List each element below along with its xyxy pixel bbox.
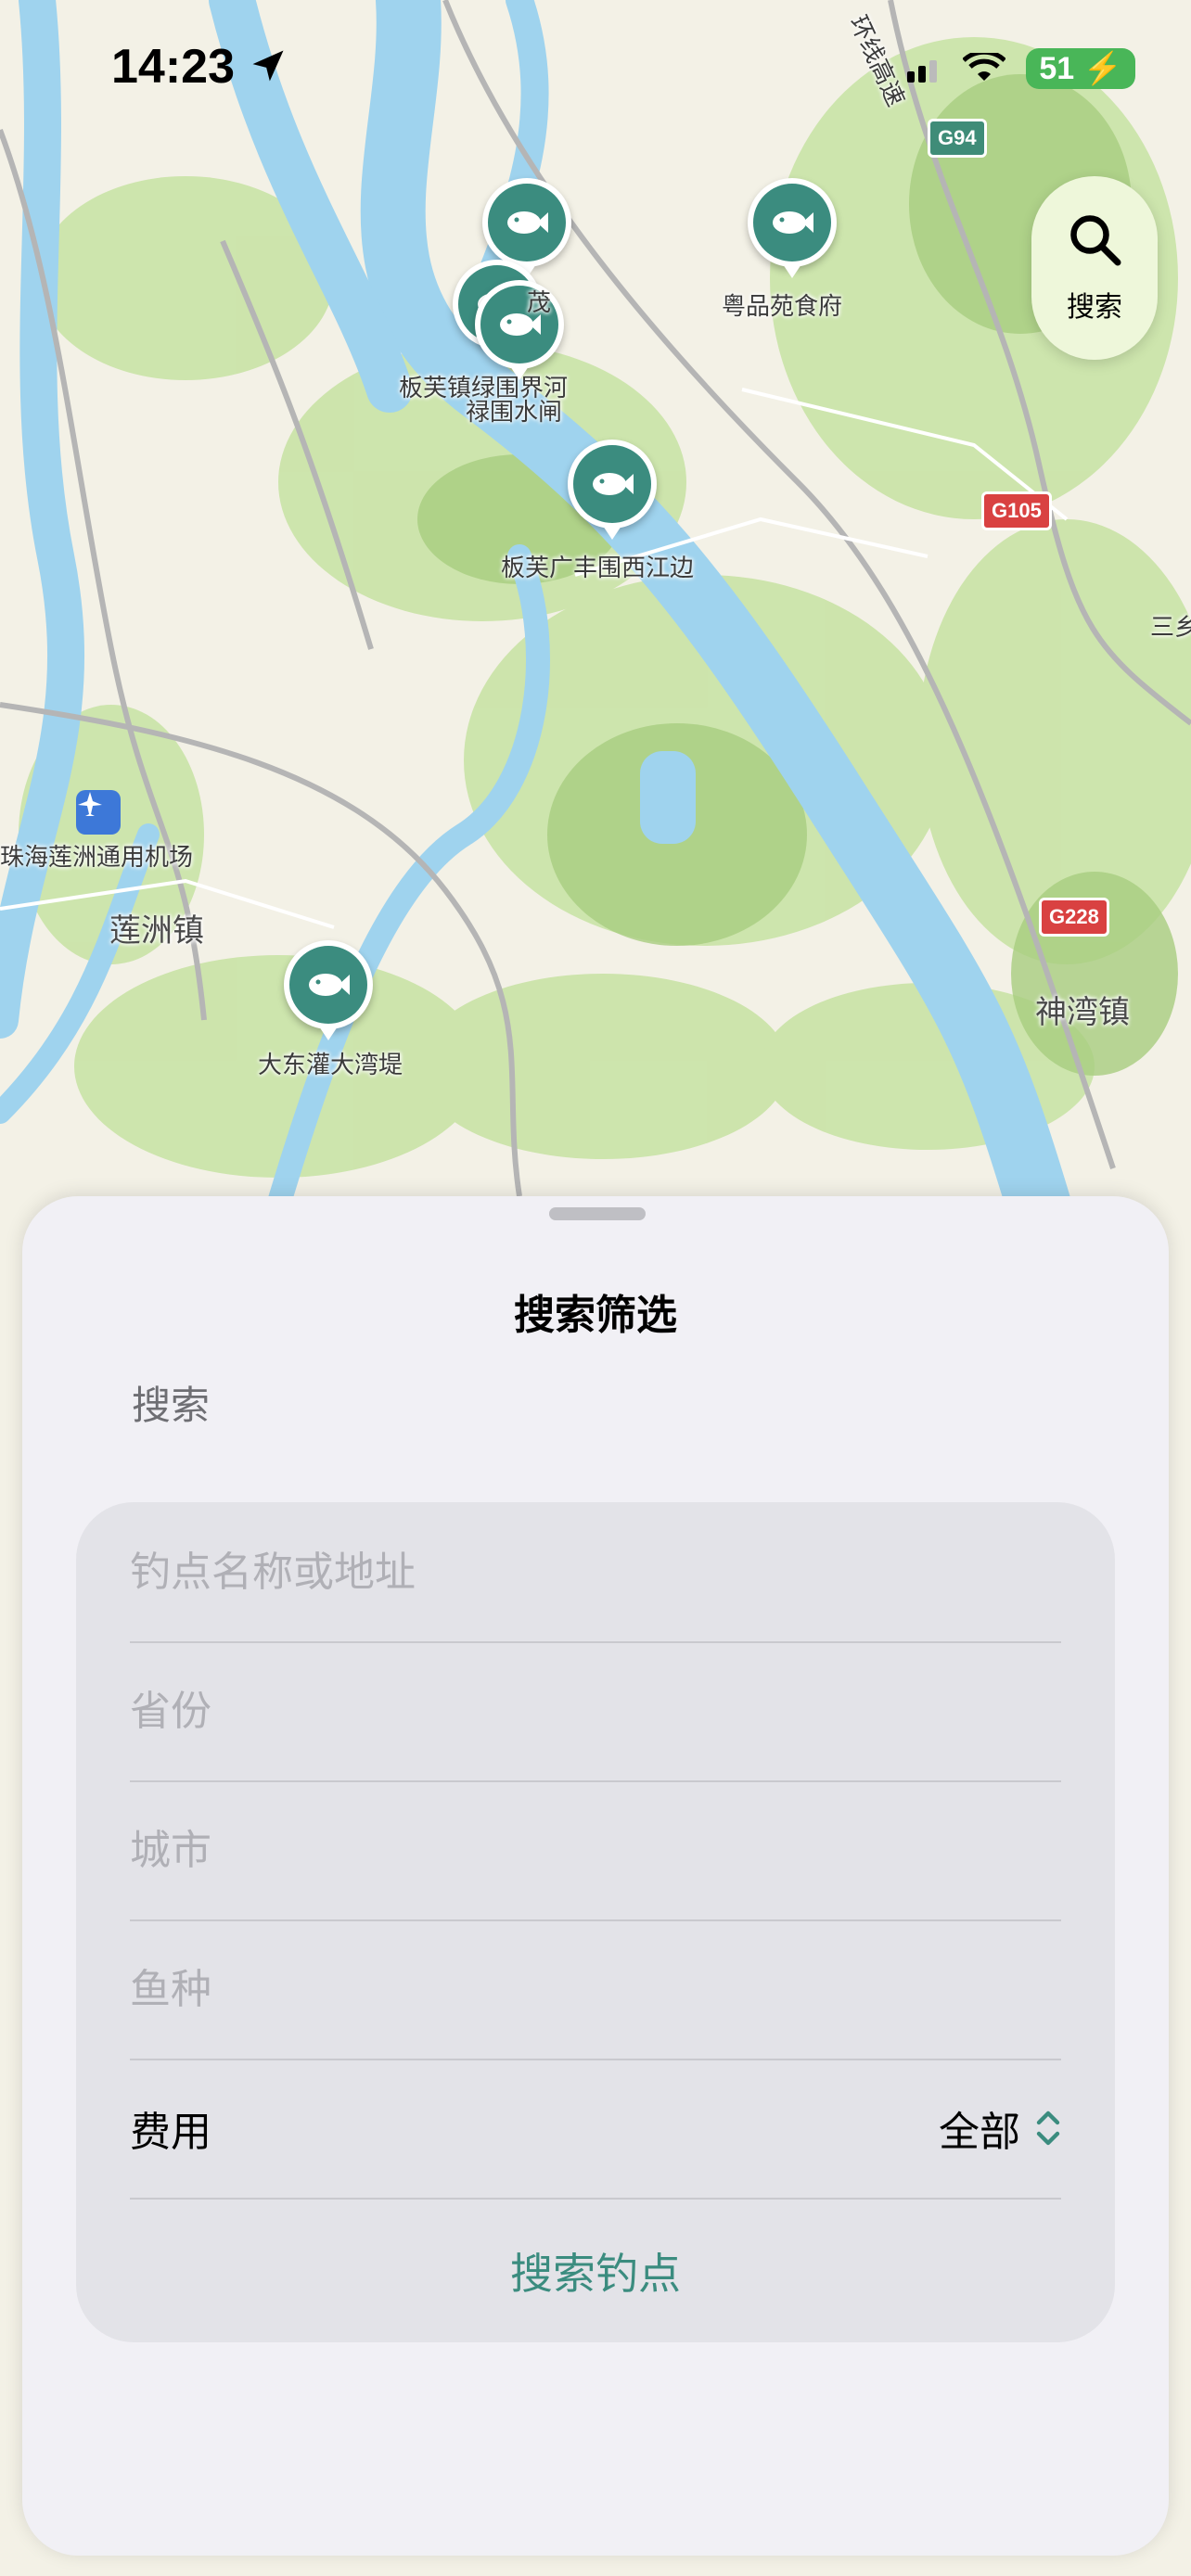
status-time: 14:23 bbox=[111, 39, 288, 95]
sheet-title: 搜索筛选 bbox=[514, 1292, 677, 1339]
map-label: 三乡 bbox=[1150, 614, 1191, 642]
map-label: 莲洲镇 bbox=[109, 912, 204, 950]
status-icons: 51 ⚡ bbox=[905, 48, 1135, 89]
highway-shield-g94: G94 bbox=[928, 119, 987, 158]
map-label: 粤品苑食府 bbox=[722, 293, 843, 321]
map-label: 珠海莲洲通用机场 bbox=[0, 844, 194, 872]
charging-icon: ⚡ bbox=[1082, 51, 1122, 86]
fish-icon bbox=[593, 473, 634, 495]
fishing-spot-pin[interactable] bbox=[284, 940, 373, 1029]
fish-icon bbox=[507, 211, 548, 234]
map-label: 禄围水闸 bbox=[466, 399, 563, 427]
fishing-spot-pin[interactable] bbox=[568, 440, 657, 529]
spot-name-input[interactable] bbox=[130, 1548, 1061, 1596]
fee-picker-row[interactable]: 费用 全部 bbox=[130, 2059, 1061, 2200]
search-button-label: 搜索 bbox=[1067, 291, 1122, 324]
search-filter-sheet: 搜索筛选 搜索 费用 全部 搜索钓点 bbox=[22, 1196, 1169, 2556]
fish-icon bbox=[309, 974, 350, 996]
province-row bbox=[130, 1641, 1061, 1782]
chevron-up-down-icon bbox=[1036, 2111, 1060, 2146]
cellular-signal-icon bbox=[907, 60, 938, 83]
city-row bbox=[130, 1780, 1061, 1921]
battery-level: 51 bbox=[1039, 51, 1075, 86]
fishing-spot-pin[interactable] bbox=[748, 178, 837, 267]
fish-species-input[interactable] bbox=[130, 1965, 1061, 2013]
wifi-icon bbox=[963, 53, 1006, 81]
status-time-text: 14:23 bbox=[111, 40, 235, 94]
name-row bbox=[130, 1502, 1061, 1643]
location-arrow-icon bbox=[252, 50, 284, 82]
search-button[interactable]: 搜索 bbox=[1031, 176, 1158, 360]
highway-shield-g228: G228 bbox=[1039, 898, 1109, 937]
search-form: 费用 全部 搜索钓点 bbox=[76, 1502, 1115, 2342]
airport-icon bbox=[76, 790, 121, 835]
search-icon bbox=[1070, 215, 1121, 266]
map-label: 神湾镇 bbox=[1035, 994, 1130, 1031]
section-label: 搜索 bbox=[132, 1383, 211, 1428]
fee-value: 全部 bbox=[939, 2109, 1020, 2156]
fish-icon bbox=[773, 211, 813, 234]
fee-picker[interactable]: 全部 bbox=[939, 2098, 1061, 2158]
province-input[interactable] bbox=[130, 1687, 1061, 1735]
fee-label: 费用 bbox=[130, 2109, 211, 2156]
city-input[interactable] bbox=[130, 1826, 1061, 1874]
sheet-grabber[interactable] bbox=[549, 1207, 646, 1220]
map-label: 大东灌大湾堤 bbox=[258, 1052, 403, 1079]
map-label: 茂 bbox=[527, 289, 552, 317]
fish-row bbox=[130, 1919, 1061, 2060]
map-label: 板芙广丰围西江边 bbox=[501, 555, 695, 582]
search-spots-button[interactable]: 搜索钓点 bbox=[76, 2200, 1115, 2342]
fishing-spot-pin[interactable] bbox=[482, 178, 571, 267]
battery-indicator: 51 ⚡ bbox=[1026, 48, 1135, 89]
highway-shield-g105: G105 bbox=[981, 491, 1052, 530]
